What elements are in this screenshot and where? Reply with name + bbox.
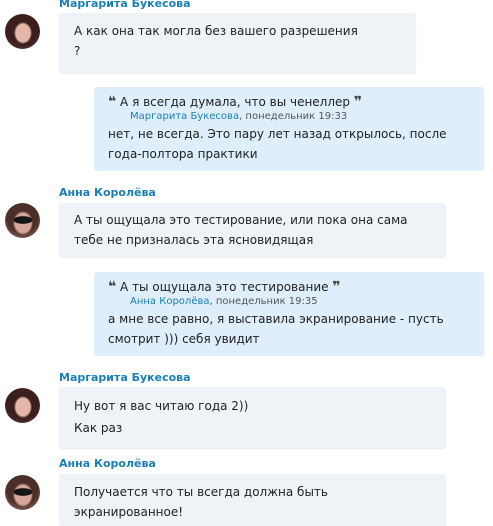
quote-meta: Анна Королёва, понедельник 19:35	[108, 295, 484, 309]
message-text: Получается что ты всегда должна быть	[74, 485, 328, 499]
sender-name[interactable]: Маргарита Букесова	[59, 371, 191, 385]
message-text: А как она так могла без вашего разрешени…	[74, 24, 358, 38]
message-text: нет, не всегда. Это пару лет назад откры…	[108, 127, 447, 141]
message-text: а мне все равно, я выставила экранирован…	[108, 312, 444, 326]
message-text: Как раз	[74, 421, 123, 435]
quoted-text: А я всегда думала, что вы ченеллер	[120, 95, 351, 109]
message-text: года-полтора практики	[108, 147, 258, 161]
quote-author[interactable]: Анна Королёва	[130, 296, 209, 307]
quote-close-icon: ❞	[332, 279, 341, 295]
quote-open-icon: ❝	[108, 279, 117, 295]
message-bubble: А ты ощущала это тестирование, или пока …	[59, 203, 446, 257]
message-bubble: Получается что ты всегда должна быть экр…	[59, 474, 446, 526]
sender-name[interactable]: Маргарита Букесова	[59, 0, 191, 11]
quote-timestamp: , понедельник 19:35	[209, 296, 318, 307]
message-text: Ну вот я вас читаю года 2))	[74, 399, 249, 413]
avatar[interactable]	[5, 14, 40, 49]
quoted-reply-bubble: ❝ А ты ощущала это тестирование ❞ Анна К…	[94, 272, 484, 356]
message-text: ?	[74, 44, 81, 58]
quoted-text: А ты ощущала это тестирование	[120, 280, 329, 294]
quote-author[interactable]: Маргарита Букесова	[130, 111, 239, 122]
avatar[interactable]	[5, 388, 40, 423]
message-bubble: А как она так могла без вашего разрешени…	[59, 13, 416, 73]
message-text: А ты ощущала это тестирование, или пока …	[74, 213, 408, 227]
message-text: тебе не призналась эта ясновидящая	[74, 233, 314, 247]
quote-header: ❝ А ты ощущала это тестирование ❞	[108, 279, 484, 295]
quote-open-icon: ❝	[108, 94, 117, 110]
sender-name[interactable]: Анна Королёва	[59, 186, 156, 200]
quote-header: ❝ А я всегда думала, что вы ченеллер ❞	[108, 94, 484, 110]
message-text: смотрит ))) себя увидит	[108, 332, 260, 346]
avatar[interactable]	[5, 475, 40, 510]
quote-close-icon: ❞	[353, 94, 363, 110]
quoted-reply-bubble: ❝ А я всегда думала, что вы ченеллер ❞ М…	[94, 87, 484, 171]
quote-timestamp: , понедельник 19:33	[239, 111, 348, 122]
sender-name[interactable]: Анна Королёва	[59, 457, 156, 471]
quote-meta: Маргарита Букесова, понедельник 19:33	[108, 110, 484, 124]
message-bubble: Ну вот я вас читаю года 2)) Как раз	[59, 387, 446, 448]
avatar[interactable]	[5, 203, 40, 238]
message-text: экранированное!	[74, 505, 184, 519]
